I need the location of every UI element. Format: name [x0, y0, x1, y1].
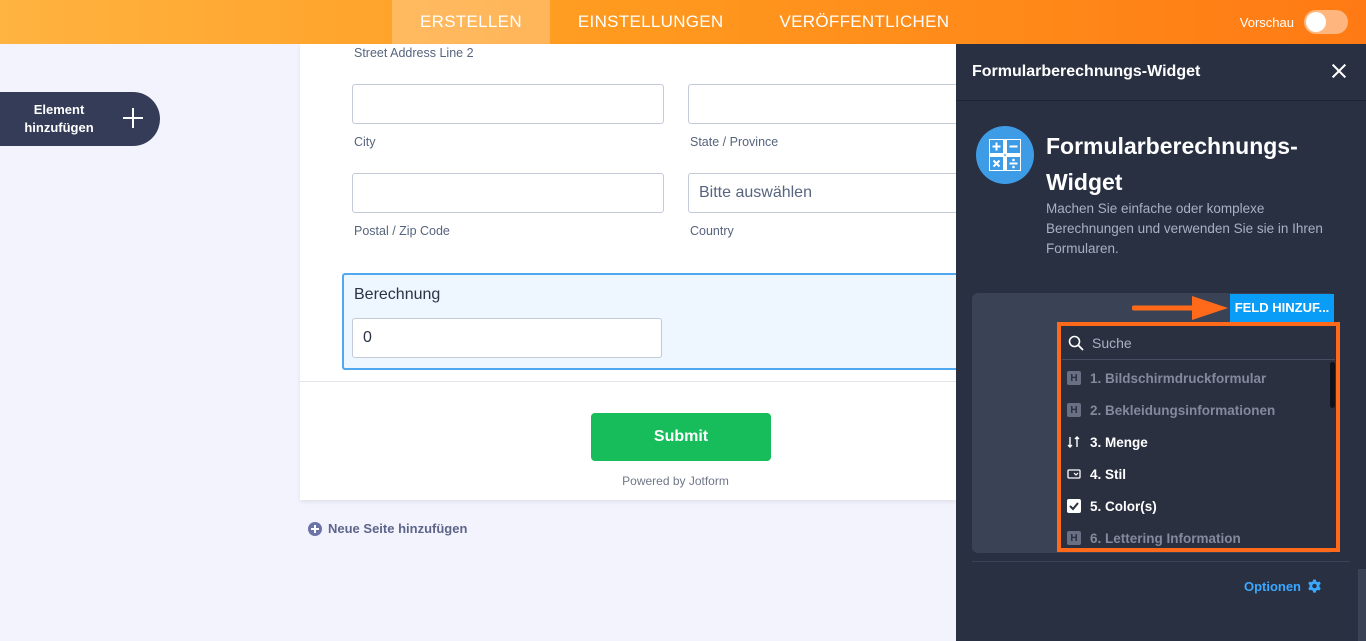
search-icon: [1068, 335, 1084, 351]
add-new-page-button[interactable]: Neue Seite hinzufügen: [308, 521, 467, 536]
header-icon: H: [1067, 403, 1081, 417]
city-label: City: [354, 135, 376, 149]
header-icon: H: [1067, 531, 1081, 545]
header-icon: H: [1067, 371, 1081, 385]
panel-scrollbar[interactable]: [1358, 569, 1366, 641]
country-label: Country: [690, 224, 734, 238]
annotation-arrow-icon: [1132, 296, 1228, 320]
form-canvas: Street Address Line 2 City State / Provi…: [300, 44, 962, 500]
list-item[interactable]: 3. Menge: [1062, 426, 1327, 458]
add-element-label: Element hinzufügen: [24, 102, 94, 135]
list-item[interactable]: 4. Stil: [1062, 458, 1327, 490]
panel-title: Formularberechnungs-Widget: [972, 63, 1201, 80]
dropdown-scrollbar[interactable]: [1330, 362, 1335, 408]
panel-header: Formularberechnungs-Widget: [956, 44, 1366, 101]
widget-description: Machen Sie einfache oder komplexe Berech…: [1046, 201, 1323, 256]
options-label: Optionen: [1243, 579, 1301, 594]
checkbox-icon: [1067, 499, 1081, 513]
preview-toggle[interactable]: [1304, 10, 1348, 34]
add-new-page-label: Neue Seite hinzufügen: [328, 521, 468, 536]
widget-settings-panel: Formularberechnungs-Widget Formularberec…: [956, 44, 1366, 641]
submit-button[interactable]: Submit: [591, 413, 771, 461]
dropdown-select-icon: [1067, 467, 1081, 481]
preview-label: Vorschau: [1239, 14, 1294, 30]
form-divider: [300, 381, 956, 382]
add-circle-icon: [308, 521, 322, 536]
state-input[interactable]: [688, 84, 956, 124]
calculation-value-input[interactable]: 0: [352, 318, 662, 358]
powered-by-text: Powered by Jotform: [622, 474, 729, 488]
list-item: H 1. Bildschirmdruckformular: [1062, 362, 1327, 394]
widget-name: Formularberechnungs-Widget: [1046, 133, 1298, 195]
add-field-button[interactable]: FELD HINZUF...: [1230, 294, 1334, 322]
tab-veroeffentlichen[interactable]: VERÖFFENTLICHEN: [752, 0, 978, 44]
city-input[interactable]: [352, 84, 664, 124]
sort-icon: [1067, 435, 1081, 449]
calculation-field-selected[interactable]: Berechnung 0: [342, 273, 962, 370]
postal-code-input[interactable]: [352, 173, 664, 213]
calculator-icon: [976, 126, 1034, 184]
toggle-knob: [1306, 12, 1326, 32]
field-search-input[interactable]: [1092, 335, 1322, 351]
plus-icon: [120, 105, 146, 131]
field-search-bar: [1062, 327, 1335, 360]
street-address-line2-label: Street Address Line 2: [354, 46, 474, 60]
add-element-button[interactable]: Element hinzufügen: [0, 92, 160, 146]
calculation-label: Berechnung: [354, 286, 441, 303]
list-item[interactable]: 5. Color(s): [1062, 490, 1327, 522]
list-item: H 6. Lettering Information: [1062, 522, 1327, 548]
main-tabs: ERSTELLEN EINSTELLUNGEN VERÖFFENTLICHEN: [392, 0, 977, 44]
options-button[interactable]: Optionen: [1244, 579, 1322, 594]
state-label: State / Province: [690, 135, 779, 149]
tab-erstellen[interactable]: ERSTELLEN: [392, 0, 550, 44]
top-navigation-bar: ERSTELLEN EINSTELLUNGEN VERÖFFENTLICHEN …: [0, 0, 1366, 44]
postal-code-label: Postal / Zip Code: [354, 224, 450, 238]
list-item: H 2. Bekleidungsinformationen: [1062, 394, 1327, 426]
panel-divider: [972, 561, 1350, 562]
tab-einstellungen[interactable]: EINSTELLUNGEN: [550, 0, 752, 44]
close-icon[interactable]: [1330, 62, 1348, 80]
country-select[interactable]: Bitte auswählen: [688, 173, 956, 213]
field-list: H 1. Bildschirmdruckformular H 2. Beklei…: [1062, 362, 1327, 548]
field-dropdown: H 1. Bildschirmdruckformular H 2. Beklei…: [1057, 322, 1340, 552]
gear-icon: [1308, 579, 1321, 593]
preview-toggle-group: Vorschau: [1240, 10, 1348, 34]
